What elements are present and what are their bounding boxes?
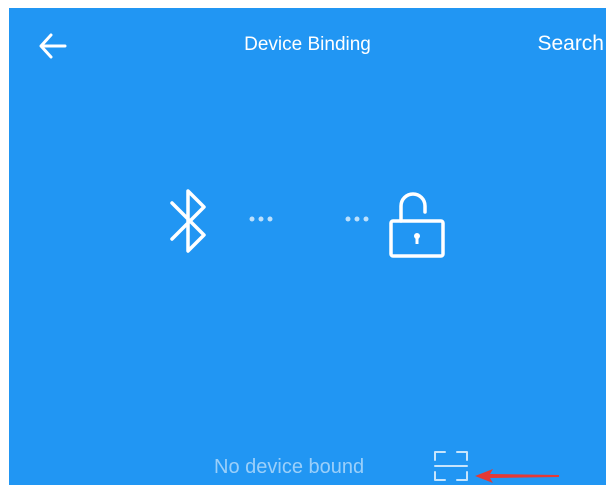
annotation-arrow-icon: [475, 469, 559, 483]
unlocked-padlock-icon: [389, 192, 445, 258]
bluetooth-icon: [170, 189, 206, 253]
device-binding-screen: Device Binding Search No device bound: [9, 8, 606, 485]
scan-frame-icon: [434, 451, 468, 481]
no-device-status: No device bound: [214, 456, 365, 478]
page-title: Device Binding: [244, 34, 371, 55]
nav-bar: Device Binding Search: [9, 8, 606, 83]
connection-dots-left: [249, 216, 273, 222]
search-button[interactable]: Search: [537, 32, 604, 56]
scan-button[interactable]: [431, 448, 471, 484]
connection-dots-right: [345, 216, 369, 222]
